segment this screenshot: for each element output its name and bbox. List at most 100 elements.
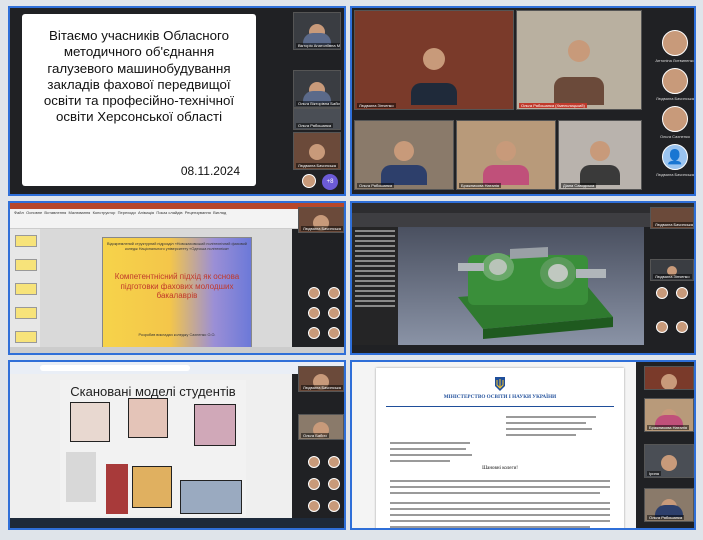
slide-thumbnail[interactable]: [15, 259, 37, 271]
participant-tile[interactable]: Людмила Бачинська: [650, 207, 694, 229]
participant-tile[interactable]: Людмила Зінченко: [354, 10, 514, 110]
participant-avatar[interactable]: [328, 478, 340, 490]
cad-3d-viewport[interactable]: [398, 227, 644, 345]
participant-tile[interactable]: Ольга Вікторівна Бабич: [293, 70, 341, 108]
video-call-screenshot-3: Файл Основне Вставлення Малювання Констр…: [8, 201, 346, 355]
slide-author: Розробив викладач коледжу Сахненко О.О.: [138, 333, 216, 337]
participant-tile[interactable]: Людмила Бачинська: [298, 207, 344, 233]
participant-tile[interactable]: Ірина: [644, 444, 694, 478]
trident-icon: [495, 377, 505, 391]
participant-avatar[interactable]: [328, 307, 340, 319]
slide-thumbnail[interactable]: [15, 331, 37, 343]
participant-body: [580, 165, 620, 185]
document-viewer: МІНІСТЕРСТВО ОСВІТИ І НАУКИ УКРАЇНИ Шано…: [352, 362, 636, 528]
participant-avatar[interactable]: [662, 30, 688, 56]
powerpoint-ribbon: Файл Основне Вставлення Малювання Констр…: [10, 203, 344, 229]
tab-file[interactable]: Файл: [14, 210, 24, 215]
participant-avatar[interactable]: 👤: [662, 144, 688, 170]
participant-avatar[interactable]: [662, 68, 688, 94]
tab-draw[interactable]: Малювання: [69, 210, 91, 215]
participant-body: [381, 165, 427, 185]
participant-tile[interactable]: Ольга Бабич: [298, 414, 344, 440]
participant-tile[interactable]: Бражникова Наталія: [644, 398, 694, 432]
participant-face: [496, 141, 516, 162]
status-bar: [10, 347, 344, 353]
participant-name: Людмила Зінченко: [653, 274, 692, 279]
participant-avatar[interactable]: [656, 321, 668, 333]
participant-avatar[interactable]: [308, 478, 320, 490]
current-slide[interactable]: Відокремлений структурний підрозділ «Нов…: [102, 237, 252, 349]
tab-review[interactable]: Рецензування: [185, 210, 211, 215]
cad-toolbar: [352, 213, 694, 227]
model-photo: [66, 452, 96, 502]
participant-tile[interactable]: Ольга Рябошапка (Хмельницький): [516, 10, 642, 110]
ribbon-tabs: Файл Основне Вставлення Малювання Констр…: [14, 210, 226, 215]
browser-toolbar: [10, 362, 344, 374]
participant-face: [394, 141, 414, 162]
participant-tile[interactable]: Людмила Бачинська: [293, 132, 341, 170]
participant-face: [590, 141, 610, 162]
participant-tile[interactable]: Людмила Зінченко: [650, 259, 694, 281]
participant-avatar[interactable]: [302, 174, 316, 188]
slide-title: Компетентнісний підхід як основа підгото…: [114, 272, 240, 300]
model-photo: [194, 404, 236, 446]
model-photo: [132, 466, 172, 508]
participant-name: Антоніна Литвиненко: [655, 58, 695, 63]
participant-name: Діана Саводська: [561, 183, 597, 188]
greeting: Шановні колеги!: [482, 466, 518, 471]
participant-avatar[interactable]: [308, 456, 320, 468]
participant-avatar[interactable]: [308, 327, 320, 339]
tab-home[interactable]: Основне: [26, 210, 42, 215]
participant-avatar[interactable]: [328, 456, 340, 468]
participant-name: Ольга Рябошапка: [357, 183, 395, 188]
tab-transitions[interactable]: Переходи: [118, 210, 136, 215]
participant-avatar[interactable]: [328, 327, 340, 339]
participant-avatar[interactable]: [328, 287, 340, 299]
tab-slideshow[interactable]: Показ слайдів: [156, 210, 182, 215]
participant-tile[interactable]: Людмила Бачинська: [298, 366, 344, 392]
welcome-slide-date: 08.11.2024: [180, 164, 240, 178]
slide-thumbnails: [10, 229, 40, 347]
model-photo: [128, 398, 168, 438]
participant-avatar[interactable]: [676, 287, 688, 299]
slide-thumbnail[interactable]: [15, 307, 37, 319]
participant-avatar[interactable]: [308, 500, 320, 512]
participant-face: [661, 373, 677, 389]
participant-avatar[interactable]: [676, 321, 688, 333]
video-call-screenshot-1: Вітаємо учасників Обласного методичного …: [8, 6, 346, 196]
participant-tile[interactable]: Вікторія Анатоліївна Михайлова: [293, 12, 341, 50]
participant-name: Ольга Рябошапка: [647, 515, 685, 520]
address-bar[interactable]: [40, 365, 190, 371]
participant-avatar[interactable]: [662, 106, 688, 132]
participant-name: Бражникова Наталія: [459, 183, 502, 188]
tab-insert[interactable]: Вставлення: [44, 210, 66, 215]
tab-design[interactable]: Конструктор: [93, 210, 116, 215]
welcome-slide-title: Вітаємо учасників Обласного методичного …: [43, 28, 235, 125]
participant-tile[interactable]: Ольга Рябошапка: [644, 488, 694, 522]
participant-avatar[interactable]: [308, 307, 320, 319]
powerpoint-titlebar: [10, 203, 344, 209]
participant-name: Вікторія Анатоліївна Михайлова: [296, 43, 340, 48]
participant-body: [483, 165, 529, 185]
more-participants-badge[interactable]: +8: [322, 174, 338, 190]
gearbox-model: [458, 247, 613, 339]
participant-tile[interactable]: [644, 366, 694, 390]
participant-avatar[interactable]: [656, 287, 668, 299]
participant-name: Людмила Бачинська: [656, 96, 694, 101]
participant-avatar[interactable]: [328, 500, 340, 512]
participant-name: Ірина: [647, 471, 662, 476]
participant-tile[interactable]: Бражникова Наталія: [456, 120, 556, 190]
participant-tile[interactable]: Ольга Рябошапка: [293, 108, 341, 130]
participant-name: Ольга Сахненко: [659, 134, 690, 139]
participant-tile[interactable]: Діана Саводська: [558, 120, 642, 190]
user-icon: 👤: [666, 148, 684, 165]
tab-animations[interactable]: Анімація: [138, 210, 154, 215]
participant-avatar[interactable]: [308, 287, 320, 299]
participant-tile[interactable]: Ольга Рябошапка: [354, 120, 454, 190]
slide-thumbnail[interactable]: [15, 235, 37, 247]
model-photo: [180, 480, 242, 514]
slide-thumbnail[interactable]: [15, 283, 37, 295]
video-call-screenshot-5: Скановані моделі студентів Людмила Бачин…: [8, 360, 346, 530]
participant-name: Ольга Бабич: [301, 433, 329, 438]
tab-view[interactable]: Вигляд: [213, 210, 226, 215]
